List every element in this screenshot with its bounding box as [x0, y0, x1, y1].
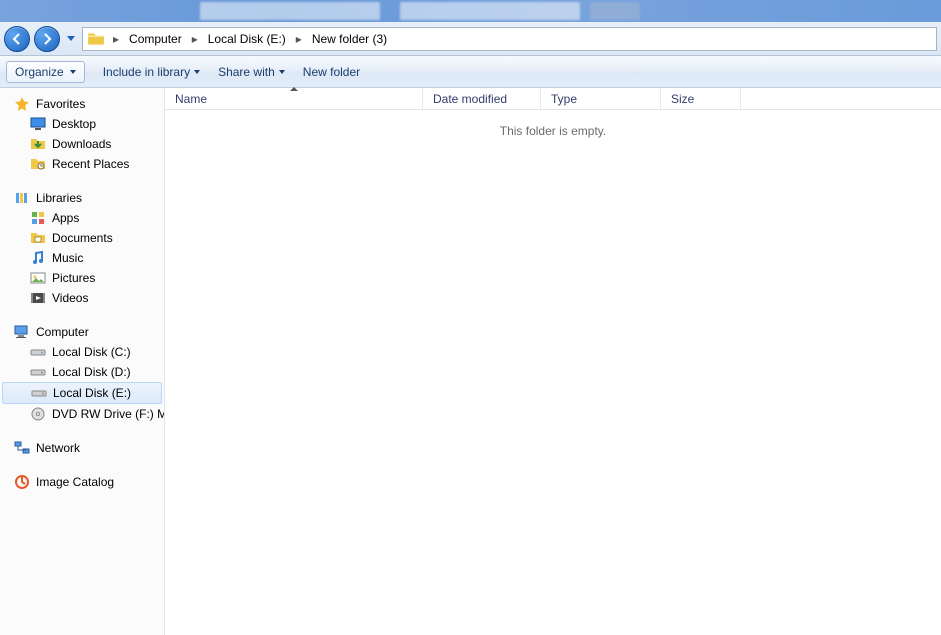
breadcrumb-sep[interactable]: ▸ [109, 32, 123, 46]
documents-label: Documents [52, 231, 113, 245]
breadcrumb-computer[interactable]: Computer [125, 30, 186, 48]
music-icon [30, 250, 46, 266]
drive-icon [31, 385, 47, 401]
breadcrumb-sep[interactable]: ▸ [188, 32, 202, 46]
libraries-label: Libraries [36, 191, 82, 205]
computer-icon [14, 324, 30, 340]
back-button[interactable] [4, 26, 30, 52]
new-folder-button[interactable]: New folder [303, 65, 360, 79]
sidebar-item-apps[interactable]: Apps [0, 208, 164, 228]
command-bar: Organize Include in library Share with N… [0, 56, 941, 88]
newfolder-label: New folder [303, 65, 360, 79]
downloads-label: Downloads [52, 137, 111, 151]
sidebar-item-image-catalog[interactable]: Image Catalog [0, 472, 164, 492]
chevron-down-icon [70, 70, 76, 74]
chevron-down-icon [279, 70, 285, 74]
address-bar: ▸ Computer ▸ Local Disk (E:) ▸ New folde… [0, 22, 941, 56]
libraries-icon [14, 190, 30, 206]
sidebar-item-dvd-rw-drive[interactable]: DVD RW Drive (F:) M [0, 404, 164, 424]
include-in-library-button[interactable]: Include in library [103, 65, 200, 79]
sidebar-item-desktop[interactable]: Desktop [0, 114, 164, 134]
empty-folder-text: This folder is empty. [165, 124, 941, 138]
videos-icon [30, 290, 46, 306]
sidebar-item-network[interactable]: Network [0, 438, 164, 458]
sidebar-item-favorites[interactable]: Favorites [0, 94, 164, 114]
nav-history-dropdown[interactable] [64, 26, 78, 52]
apps-label: Apps [52, 211, 79, 225]
pictures-label: Pictures [52, 271, 95, 285]
breadcrumb-newfolder3[interactable]: New folder (3) [308, 30, 391, 48]
column-headers: Name Date modified Type Size [165, 88, 941, 110]
localdisk-c-label: Local Disk (C:) [52, 345, 131, 359]
share-with-button[interactable]: Share with [218, 65, 285, 79]
pictures-icon [30, 270, 46, 286]
network-icon [14, 440, 30, 456]
navigation-pane: Favorites Desktop Downloads Recent Place… [0, 88, 165, 635]
include-label: Include in library [103, 65, 190, 79]
drive-icon [30, 364, 46, 380]
sidebar-item-music[interactable]: Music [0, 248, 164, 268]
dvd-icon [30, 406, 46, 422]
sort-ascending-icon [290, 87, 298, 91]
computer-label: Computer [36, 325, 89, 339]
column-date-modified[interactable]: Date modified [423, 88, 541, 109]
sidebar-item-localdisk-e[interactable]: Local Disk (E:) [2, 382, 162, 404]
recent-label: Recent Places [52, 157, 129, 171]
folder-icon [87, 30, 105, 48]
sidebar-item-videos[interactable]: Videos [0, 288, 164, 308]
documents-icon [30, 230, 46, 246]
sidebar-item-localdisk-d[interactable]: Local Disk (D:) [0, 362, 164, 382]
localdisk-e-label: Local Disk (E:) [53, 386, 131, 400]
organize-button[interactable]: Organize [6, 61, 85, 83]
column-name-label: Name [175, 92, 207, 106]
network-label: Network [36, 441, 80, 455]
forward-button[interactable] [34, 26, 60, 52]
desktop-label: Desktop [52, 117, 96, 131]
breadcrumb-localdisk-e[interactable]: Local Disk (E:) [204, 30, 290, 48]
organize-label: Organize [15, 65, 64, 79]
column-type[interactable]: Type [541, 88, 661, 109]
chevron-down-icon [194, 70, 200, 74]
image-catalog-icon [14, 474, 30, 490]
sidebar-item-downloads[interactable]: Downloads [0, 134, 164, 154]
dvd-label: DVD RW Drive (F:) M [52, 407, 165, 421]
column-size[interactable]: Size [661, 88, 741, 109]
apps-icon [30, 210, 46, 226]
column-type-label: Type [551, 92, 577, 106]
column-date-label: Date modified [433, 92, 507, 106]
breadcrumb-sep[interactable]: ▸ [292, 32, 306, 46]
sidebar-item-documents[interactable]: Documents [0, 228, 164, 248]
column-name[interactable]: Name [165, 88, 423, 109]
videos-label: Videos [52, 291, 88, 305]
star-icon [14, 96, 30, 112]
image-catalog-label: Image Catalog [36, 475, 114, 489]
desktop-icon [30, 116, 46, 132]
file-list-pane: Name Date modified Type Size This folder… [165, 88, 941, 635]
column-size-label: Size [671, 92, 694, 106]
drive-icon [30, 344, 46, 360]
share-label: Share with [218, 65, 275, 79]
sidebar-item-recent-places[interactable]: Recent Places [0, 154, 164, 174]
breadcrumb-box[interactable]: ▸ Computer ▸ Local Disk (E:) ▸ New folde… [82, 27, 937, 51]
sidebar-item-computer[interactable]: Computer [0, 322, 164, 342]
recent-icon [30, 156, 46, 172]
favorites-label: Favorites [36, 97, 85, 111]
music-label: Music [52, 251, 83, 265]
sidebar-item-localdisk-c[interactable]: Local Disk (C:) [0, 342, 164, 362]
sidebar-item-libraries[interactable]: Libraries [0, 188, 164, 208]
window-titlebar [0, 0, 941, 22]
localdisk-d-label: Local Disk (D:) [52, 365, 131, 379]
downloads-icon [30, 136, 46, 152]
sidebar-item-pictures[interactable]: Pictures [0, 268, 164, 288]
